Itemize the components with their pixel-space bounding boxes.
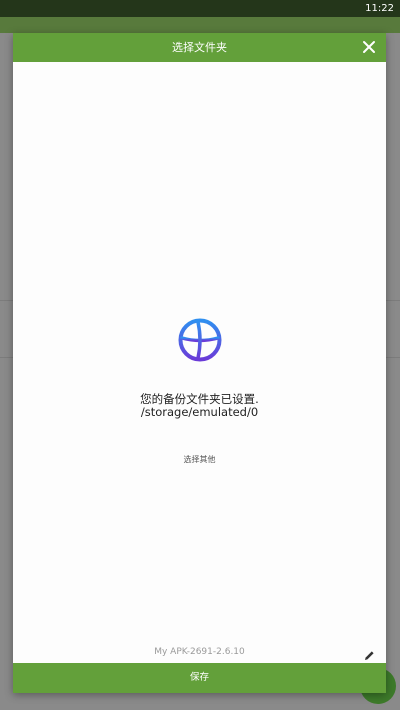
globe-logo-icon: [178, 318, 222, 362]
dialog-header: 选择文件夹: [13, 33, 386, 62]
folder-path: /storage/emulated/0: [140, 405, 259, 419]
status-bar: 11:22: [0, 0, 400, 17]
version-label: My APK-2691-2.6.10: [154, 647, 245, 657]
choose-other-link[interactable]: 选择其他: [13, 454, 386, 466]
folder-status-logo: [177, 317, 223, 363]
background-divider: [0, 357, 13, 358]
save-label: 保存: [189, 672, 209, 683]
close-icon: [363, 41, 375, 53]
status-time: 11:22: [365, 3, 394, 14]
background-divider: [386, 300, 400, 301]
background-divider: [0, 300, 13, 301]
dialog-title: 选择文件夹: [172, 41, 227, 54]
dialog-body: 您的备份文件夹已设置. /storage/emulated/0 选择其他: [13, 62, 386, 658]
save-button[interactable]: 保存: [13, 663, 386, 693]
close-button[interactable]: [360, 38, 378, 56]
background-divider: [386, 357, 400, 358]
edit-button[interactable]: [364, 646, 375, 660]
background-app-bar: [0, 17, 400, 33]
choose-folder-dialog: 选择文件夹 您的备份文件夹已设置. /storage/emulated/0 选择…: [13, 33, 386, 693]
pencil-icon: [365, 651, 374, 660]
